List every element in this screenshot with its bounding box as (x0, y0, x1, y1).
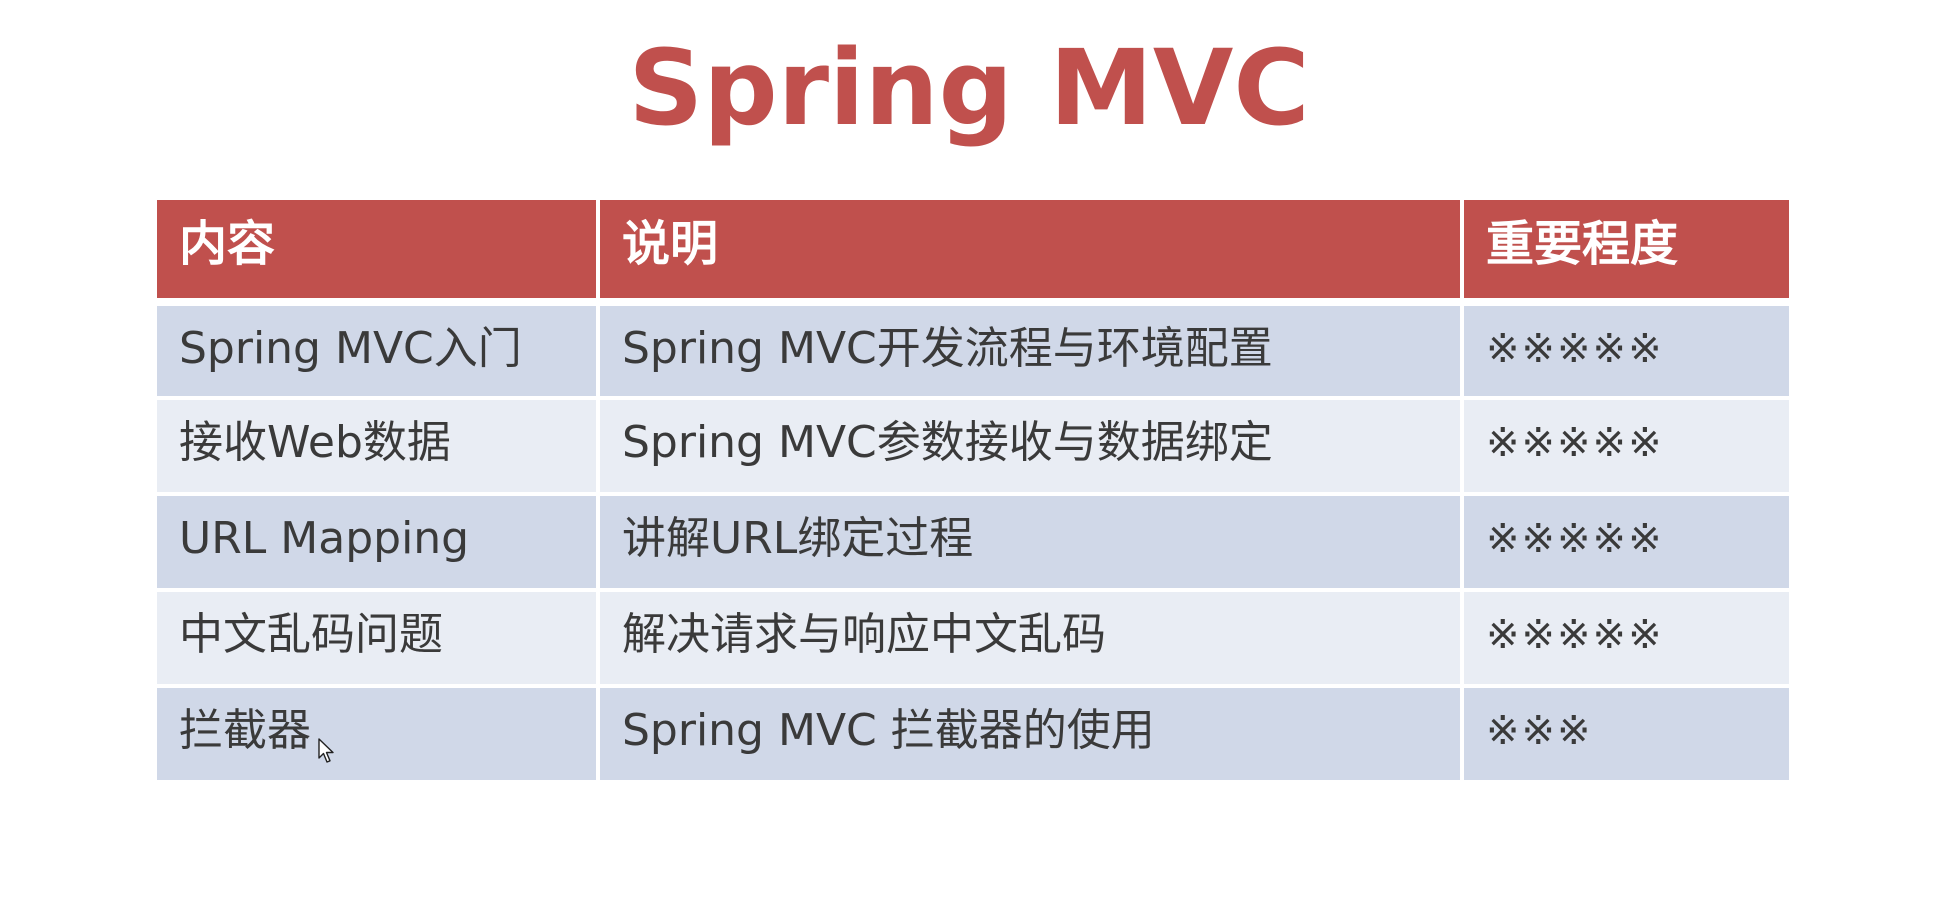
header-importance: 重要程度 (1462, 200, 1789, 306)
cell-importance: ※※※※※ (1462, 494, 1789, 592)
mouse-pointer-icon (318, 738, 334, 763)
table-row: 中文乱码问题 解决请求与响应中文乱码 ※※※※※ (157, 590, 1789, 688)
cell-importance: ※※※※※ (1462, 398, 1789, 496)
cell-description: Spring MVC开发流程与环境配置 (598, 302, 1464, 400)
cell-content: Spring MVC入门 (157, 302, 600, 400)
cell-description: 解决请求与响应中文乱码 (598, 590, 1464, 688)
cell-importance: ※※※※※ (1462, 590, 1789, 688)
header-content: 内容 (157, 200, 600, 306)
table-row: 拦截器 Spring MVC 拦截器的使用 ※※※ (157, 686, 1789, 784)
cell-content: 拦截器 (157, 686, 600, 784)
header-description: 说明 (598, 200, 1464, 306)
cell-content: 中文乱码问题 (157, 590, 600, 688)
table-row: URL Mapping 讲解URL绑定过程 ※※※※※ (157, 494, 1789, 592)
cell-description: 讲解URL绑定过程 (598, 494, 1464, 592)
cell-description: Spring MVC 拦截器的使用 (598, 686, 1464, 784)
table-row: Spring MVC入门 Spring MVC开发流程与环境配置 ※※※※※ (157, 302, 1789, 400)
cell-content: 接收Web数据 (157, 398, 600, 496)
cell-description: Spring MVC参数接收与数据绑定 (598, 398, 1464, 496)
table-header-row: 内容 说明 重要程度 (157, 200, 1789, 306)
cell-content: URL Mapping (157, 494, 600, 592)
slide-title: Spring MVC (628, 27, 1310, 149)
content-table: 内容 说明 重要程度 Spring MVC入门 Spring MVC开发流程与环… (157, 200, 1789, 784)
cell-importance: ※※※ (1462, 686, 1789, 784)
table-row: 接收Web数据 Spring MVC参数接收与数据绑定 ※※※※※ (157, 398, 1789, 496)
cell-importance: ※※※※※ (1462, 302, 1789, 400)
